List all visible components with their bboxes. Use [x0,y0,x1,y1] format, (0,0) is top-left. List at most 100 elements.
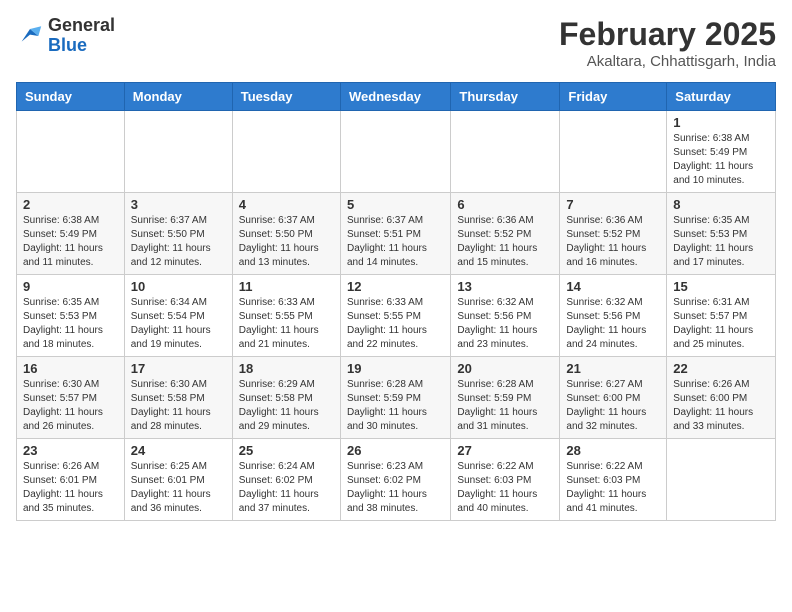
calendar-day-cell: 15Sunrise: 6:31 AM Sunset: 5:57 PM Dayli… [667,275,776,357]
calendar-day-cell: 21 Sunrise: 6:27 AM Sunset: 6:00 PM Dayli… [560,357,667,439]
calendar-day-cell [340,111,450,193]
day-info-text: Sunrise: 6:34 AM Sunset: 5:54 PM Dayligh… [131,296,226,352]
calendar-day-cell: 17 Sunrise: 6:30 AM Sunset: 5:58 PM Dayli… [124,357,232,439]
day-number: 5 [347,197,444,212]
day-info-text: Sunrise: 6:30 AM Sunset: 5:58 PM Dayligh… [131,378,226,434]
logo-text: General Blue [48,16,115,56]
day-info-text: Sunrise: 6:30 AM Sunset: 5:57 PM Dayligh… [23,378,118,434]
location-subtitle: Akaltara, Chhattisgarh, India [559,53,776,70]
calendar-day-cell: 19 Sunrise: 6:28 AM Sunset: 5:59 PM Dayli… [340,357,450,439]
day-info-text: Sunrise: 6:38 AM Sunset: 5:49 PM Dayligh… [23,214,118,270]
calendar-day-cell [451,111,560,193]
day-number: 6 [457,197,553,212]
day-number: 4 [239,197,334,212]
day-info-text: Sunrise: 6:27 AM Sunset: 6:00 PM Dayligh… [566,378,660,434]
calendar-day-cell: 6 Sunrise: 6:36 AM Sunset: 5:52 PM Daylig… [451,193,560,275]
day-info-text: Sunrise: 6:37 AM Sunset: 5:50 PM Dayligh… [239,214,334,270]
day-info-text: Sunrise: 6:32 AM Sunset: 5:56 PM Dayligh… [566,296,660,352]
title-block: February 2025 Akaltara, Chhattisgarh, In… [559,16,776,70]
day-of-week-header: Sunday [17,83,125,111]
day-info-text: Sunrise: 6:29 AM Sunset: 5:58 PM Dayligh… [239,378,334,434]
day-info-text: Sunrise: 6:35 AM Sunset: 5:53 PM Dayligh… [23,296,118,352]
day-number: 16 [23,361,118,376]
day-info-text: Sunrise: 6:37 AM Sunset: 5:51 PM Dayligh… [347,214,444,270]
day-number: 7 [566,197,660,212]
day-info-text: Sunrise: 6:22 AM Sunset: 6:03 PM Dayligh… [566,460,660,516]
day-of-week-header: Tuesday [232,83,340,111]
calendar-day-cell: 3 Sunrise: 6:37 AM Sunset: 5:50 PM Daylig… [124,193,232,275]
calendar-day-cell: 28 Sunrise: 6:22 AM Sunset: 6:03 PM Dayli… [560,439,667,521]
month-year-title: February 2025 [559,16,776,53]
calendar-day-cell: 10Sunrise: 6:34 AM Sunset: 5:54 PM Dayli… [124,275,232,357]
calendar-day-cell [232,111,340,193]
day-info-text: Sunrise: 6:38 AM Sunset: 5:49 PM Dayligh… [673,132,769,188]
calendar-day-cell: 22 Sunrise: 6:26 AM Sunset: 6:00 PM Dayli… [667,357,776,439]
calendar-table: SundayMondayTuesdayWednesdayThursdayFrid… [16,82,776,521]
day-number: 28 [566,443,660,458]
day-info-text: Sunrise: 6:23 AM Sunset: 6:02 PM Dayligh… [347,460,444,516]
day-number: 23 [23,443,118,458]
day-number: 11 [239,279,334,294]
day-number: 9 [23,279,118,294]
calendar-day-cell: 16 Sunrise: 6:30 AM Sunset: 5:57 PM Dayli… [17,357,125,439]
calendar-day-cell: 25 Sunrise: 6:24 AM Sunset: 6:02 PM Dayli… [232,439,340,521]
day-info-text: Sunrise: 6:36 AM Sunset: 5:52 PM Dayligh… [457,214,553,270]
day-info-text: Sunrise: 6:24 AM Sunset: 6:02 PM Dayligh… [239,460,334,516]
calendar-day-cell: 5 Sunrise: 6:37 AM Sunset: 5:51 PM Daylig… [340,193,450,275]
day-number: 20 [457,361,553,376]
day-number: 14 [566,279,660,294]
day-number: 22 [673,361,769,376]
calendar-day-cell [124,111,232,193]
day-info-text: Sunrise: 6:28 AM Sunset: 5:59 PM Dayligh… [457,378,553,434]
calendar-day-cell [667,439,776,521]
day-number: 24 [131,443,226,458]
calendar-day-cell: 13Sunrise: 6:32 AM Sunset: 5:56 PM Dayli… [451,275,560,357]
day-number: 8 [673,197,769,212]
calendar-day-cell: 9 Sunrise: 6:35 AM Sunset: 5:53 PM Daylig… [17,275,125,357]
calendar-week-row: 9 Sunrise: 6:35 AM Sunset: 5:53 PM Daylig… [17,275,776,357]
day-number: 15 [673,279,769,294]
day-number: 17 [131,361,226,376]
day-of-week-header: Wednesday [340,83,450,111]
calendar-day-cell [560,111,667,193]
day-info-text: Sunrise: 6:36 AM Sunset: 5:52 PM Dayligh… [566,214,660,270]
day-number: 12 [347,279,444,294]
day-number: 26 [347,443,444,458]
calendar-day-cell: 4 Sunrise: 6:37 AM Sunset: 5:50 PM Daylig… [232,193,340,275]
day-number: 27 [457,443,553,458]
calendar-day-cell: 14 Sunrise: 6:32 AM Sunset: 5:56 PM Dayli… [560,275,667,357]
day-info-text: Sunrise: 6:33 AM Sunset: 5:55 PM Dayligh… [347,296,444,352]
day-number: 3 [131,197,226,212]
day-number: 2 [23,197,118,212]
calendar-week-row: 2 Sunrise: 6:38 AM Sunset: 5:49 PM Daylig… [17,193,776,275]
calendar-day-cell: 8Sunrise: 6:35 AM Sunset: 5:53 PM Daylig… [667,193,776,275]
calendar-week-row: 16 Sunrise: 6:30 AM Sunset: 5:57 PM Dayli… [17,357,776,439]
calendar-day-cell: 20 Sunrise: 6:28 AM Sunset: 5:59 PM Dayli… [451,357,560,439]
day-info-text: Sunrise: 6:33 AM Sunset: 5:55 PM Dayligh… [239,296,334,352]
day-of-week-header: Friday [560,83,667,111]
day-info-text: Sunrise: 6:26 AM Sunset: 6:00 PM Dayligh… [673,378,769,434]
day-number: 25 [239,443,334,458]
calendar-day-cell: 2 Sunrise: 6:38 AM Sunset: 5:49 PM Daylig… [17,193,125,275]
page-header: General Blue February 2025 Akaltara, Chh… [16,16,776,70]
day-number: 19 [347,361,444,376]
calendar-day-cell: 11 Sunrise: 6:33 AM Sunset: 5:55 PM Dayli… [232,275,340,357]
day-number: 1 [673,115,769,130]
day-number: 21 [566,361,660,376]
calendar-day-cell: 26 Sunrise: 6:23 AM Sunset: 6:02 PM Dayli… [340,439,450,521]
day-info-text: Sunrise: 6:22 AM Sunset: 6:03 PM Dayligh… [457,460,553,516]
calendar-week-row: 23 Sunrise: 6:26 AM Sunset: 6:01 PM Dayli… [17,439,776,521]
day-of-week-header: Monday [124,83,232,111]
calendar-day-cell: 1 Sunrise: 6:38 AM Sunset: 5:49 PM Daylig… [667,111,776,193]
day-info-text: Sunrise: 6:37 AM Sunset: 5:50 PM Dayligh… [131,214,226,270]
day-number: 13 [457,279,553,294]
day-info-text: Sunrise: 6:28 AM Sunset: 5:59 PM Dayligh… [347,378,444,434]
day-of-week-header: Thursday [451,83,560,111]
calendar-day-cell: 12 Sunrise: 6:33 AM Sunset: 5:55 PM Dayli… [340,275,450,357]
calendar-day-cell: 27 Sunrise: 6:22 AM Sunset: 6:03 PM Dayli… [451,439,560,521]
day-info-text: Sunrise: 6:26 AM Sunset: 6:01 PM Dayligh… [23,460,118,516]
logo-bird-icon [16,22,44,50]
calendar-day-cell: 24Sunrise: 6:25 AM Sunset: 6:01 PM Dayli… [124,439,232,521]
day-of-week-header: Saturday [667,83,776,111]
calendar-header-row: SundayMondayTuesdayWednesdayThursdayFrid… [17,83,776,111]
